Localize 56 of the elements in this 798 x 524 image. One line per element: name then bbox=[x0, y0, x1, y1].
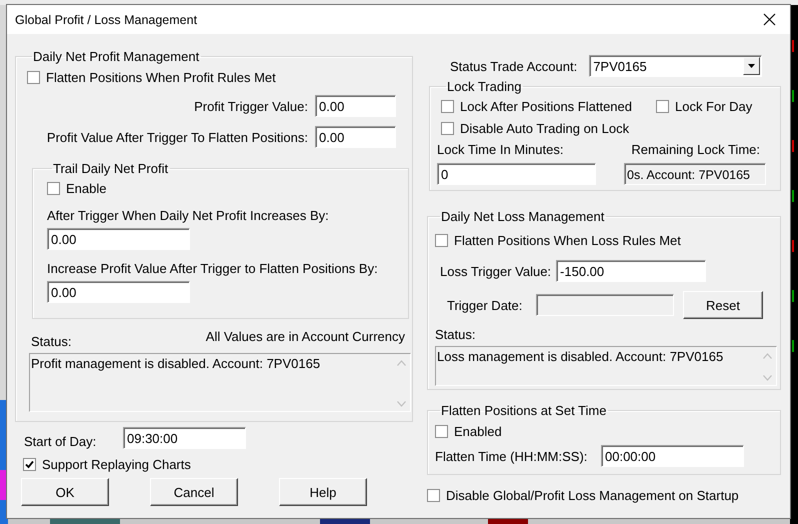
input-field[interactable]: 0 bbox=[437, 163, 596, 185]
checkbox[interactable] bbox=[427, 488, 440, 502]
checkbox-label: Disable Global/Profit Loss Management on Startup bbox=[446, 488, 739, 502]
checkbox[interactable] bbox=[656, 100, 669, 112]
checkbox-label: Flatten Positions When Profit Rules Met bbox=[46, 70, 276, 84]
status-text: Loss management is disabled. Account: 7PV0165 bbox=[436, 348, 724, 366]
close-icon[interactable] bbox=[763, 13, 776, 26]
group-title: Daily Net Loss Management bbox=[440, 209, 606, 224]
input-field[interactable]: 00:00:00 bbox=[601, 445, 744, 467]
group-title: Daily Net Profit Management bbox=[32, 49, 200, 64]
checkbox[interactable] bbox=[441, 122, 454, 134]
window-title: Global Profit / Loss Management bbox=[15, 12, 198, 26]
checkbox[interactable] bbox=[47, 182, 60, 194]
group-title: Flatten Positions at Set Time bbox=[440, 403, 608, 418]
field-label: After Trigger When Daily Net Profit Increases By: bbox=[47, 208, 330, 223]
checkbox[interactable] bbox=[435, 234, 448, 246]
input-field[interactable]: 0.00 bbox=[315, 126, 396, 148]
dialog-button[interactable]: Help bbox=[279, 478, 367, 506]
checkbox-label: Support Replaying Charts bbox=[42, 456, 191, 472]
field-label: Loss Trigger Value: bbox=[440, 264, 552, 278]
group-title: Trail Daily Net Profit bbox=[52, 161, 170, 176]
checkbox[interactable] bbox=[23, 458, 36, 470]
field-label: Remaining Lock Time: bbox=[631, 142, 760, 157]
checkbox-label: Flatten Positions When Loss Rules Met bbox=[454, 232, 681, 248]
status-label: Status: bbox=[31, 334, 72, 349]
checkbox[interactable] bbox=[27, 70, 40, 84]
field-label: Lock Time In Minutes: bbox=[437, 142, 564, 157]
checkbox[interactable] bbox=[435, 424, 448, 438]
account-dropdown[interactable]: 7PV0165 bbox=[589, 55, 762, 77]
checkbox-label: Disable Auto Trading on Lock bbox=[460, 120, 630, 136]
input-field[interactable]: 0.00 bbox=[47, 281, 190, 303]
field-label: Profit Value After Trigger To Flatten Positions: bbox=[46, 130, 308, 144]
checkbox-label: Lock After Positions Flattened bbox=[460, 98, 632, 114]
caret-icon bbox=[748, 64, 756, 68]
checkbox-label: Enabled bbox=[454, 424, 502, 438]
field-label: Profit Trigger Value: bbox=[194, 98, 308, 114]
input-field[interactable]: 0.00 bbox=[315, 95, 396, 117]
field-label: Start of Day: bbox=[24, 434, 98, 449]
field-label: Status Trade Account: bbox=[450, 58, 578, 74]
field-label: Trigger Date: bbox=[447, 298, 524, 312]
dropdown-arrow-button[interactable] bbox=[743, 57, 760, 75]
status-text: Profit management is disabled. Account: 7PV0165 bbox=[30, 355, 322, 373]
group-title: Lock Trading bbox=[446, 79, 522, 94]
field-label: Flatten Time (HH:MM:SS): bbox=[435, 448, 588, 464]
checkbox-label: Enable bbox=[66, 180, 106, 196]
reset-button[interactable]: Reset bbox=[683, 291, 763, 319]
dialog-button[interactable]: Cancel bbox=[150, 478, 238, 506]
input-field[interactable]: 0.00 bbox=[47, 228, 190, 250]
note-text: All Values are in Account Currency bbox=[206, 329, 405, 344]
dialog-button[interactable]: OK bbox=[21, 478, 109, 506]
checkbox[interactable] bbox=[441, 100, 454, 112]
status-label: Status: bbox=[435, 327, 476, 342]
input-field[interactable]: -150.00 bbox=[556, 260, 706, 282]
input-field[interactable]: 09:30:00 bbox=[123, 426, 246, 448]
field-label: Increase Profit Value After Trigger to Flatten Positions By: bbox=[47, 261, 379, 276]
checkbox-label: Lock For Day bbox=[674, 98, 752, 114]
